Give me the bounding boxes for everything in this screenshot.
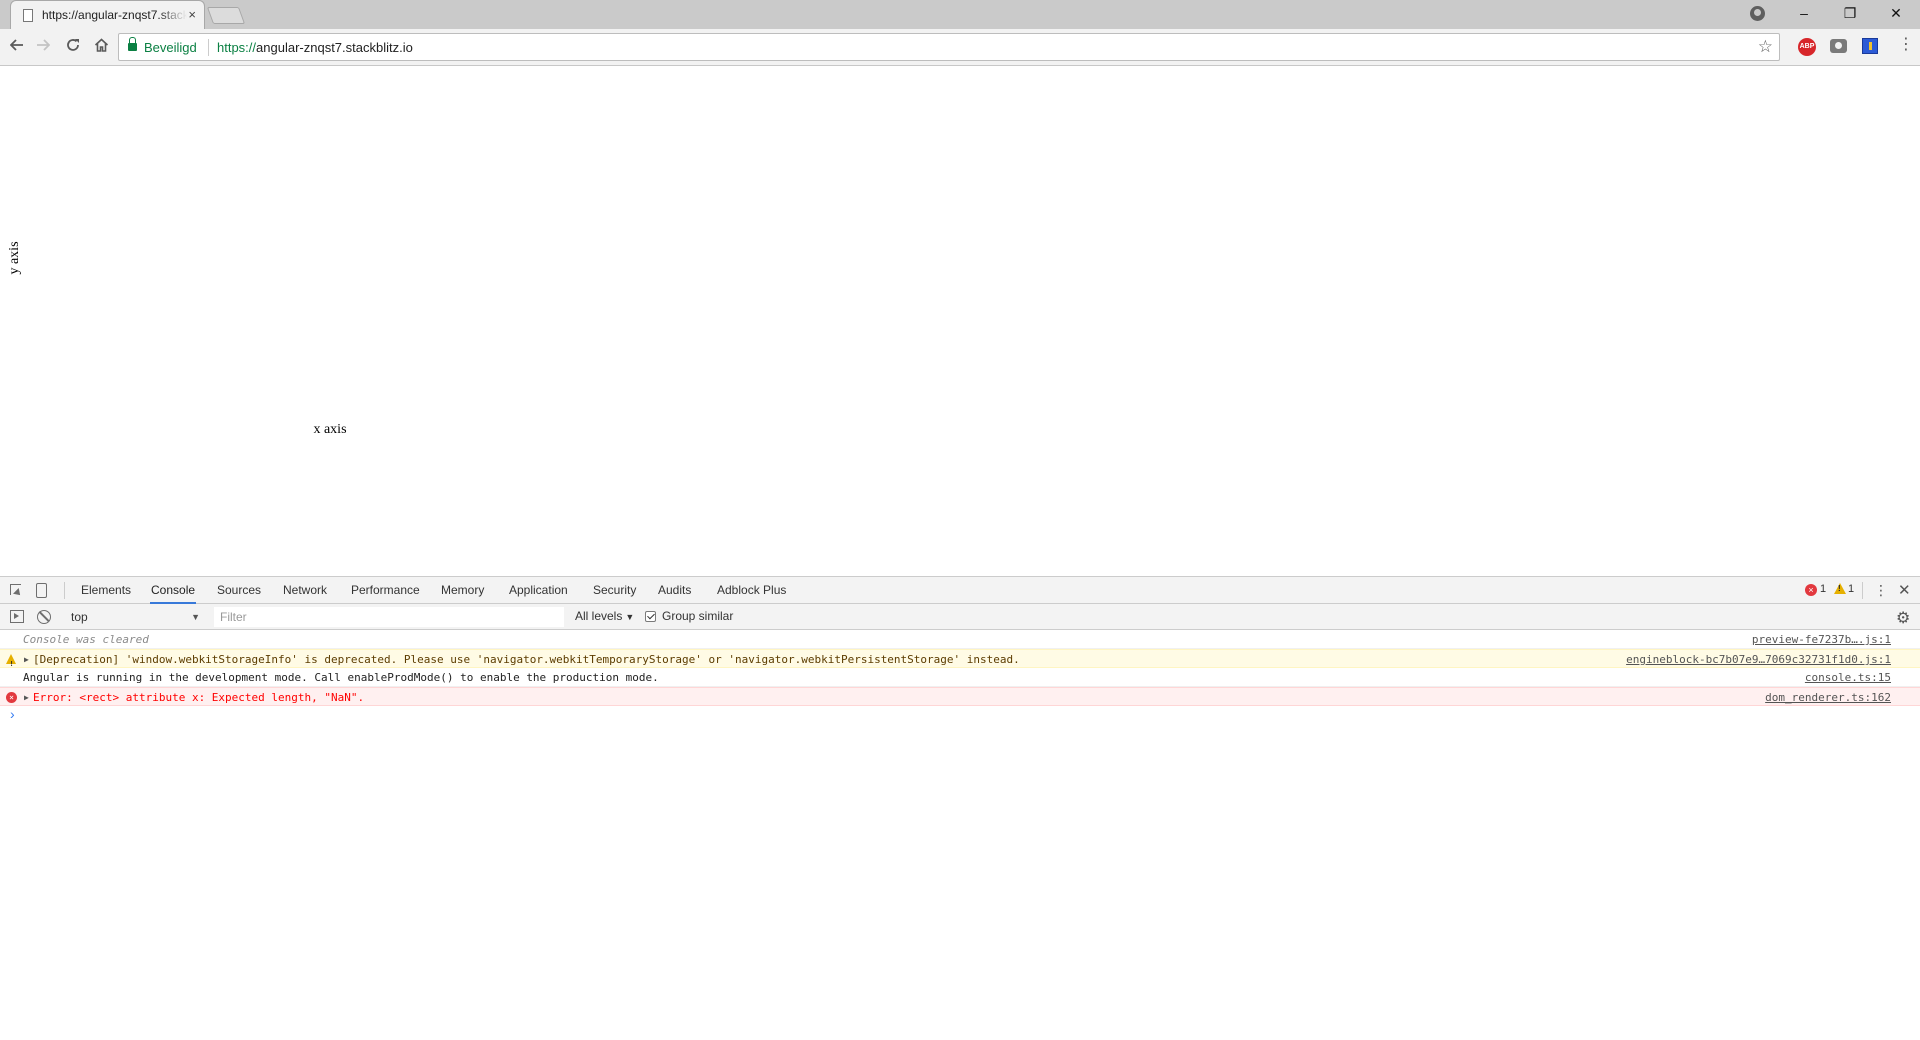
tab-adblock-plus[interactable]: Adblock Plus bbox=[716, 577, 787, 604]
console-message: Console was cleared preview-fe7237b….js:… bbox=[0, 630, 1920, 649]
reload-icon[interactable] bbox=[61, 35, 85, 59]
devtools-close-icon[interactable]: ✕ bbox=[1898, 581, 1911, 599]
console-message: Angular is running in the development mo… bbox=[0, 668, 1920, 687]
back-icon[interactable] bbox=[5, 35, 29, 59]
devtools-menu-icon[interactable]: ⋮ bbox=[1874, 582, 1888, 598]
address-bar[interactable]: Beveiligd https://angular-znqst7.stackbl… bbox=[118, 33, 1780, 61]
tab-title: https://angular-znqst7.stackblitz.io bbox=[42, 8, 187, 22]
group-similar-label[interactable]: Group similar bbox=[662, 609, 733, 623]
inspect-element-icon[interactable] bbox=[10, 584, 21, 595]
console-message: × ▶ Error: <rect> attribute x: Expected … bbox=[0, 687, 1920, 706]
context-select[interactable]: top ▼ bbox=[66, 607, 204, 627]
x-axis-label: x axis bbox=[313, 422, 346, 437]
filter-input[interactable]: Filter bbox=[214, 607, 564, 627]
page-viewport: y axis x axis bbox=[0, 66, 1920, 576]
home-icon[interactable] bbox=[89, 35, 113, 59]
warning-icon bbox=[6, 654, 16, 674]
url-divider bbox=[208, 39, 209, 56]
chart-svg: y axis x axis bbox=[7, 241, 347, 437]
message-text: Error: <rect> attribute x: Expected leng… bbox=[33, 691, 365, 704]
new-tab-button[interactable] bbox=[206, 7, 246, 24]
tab-performance[interactable]: Performance bbox=[350, 577, 421, 604]
menu-icon[interactable]: ⋮ bbox=[1898, 36, 1914, 54]
console-message: ▶ [Deprecation] 'window.webkitStorageInf… bbox=[0, 649, 1920, 674]
devtools-divider bbox=[1862, 582, 1863, 599]
tab-close-icon[interactable]: × bbox=[188, 7, 196, 22]
device-toolbar-icon[interactable] bbox=[36, 583, 47, 598]
devtools-panel: Elements Console Sources Network Perform… bbox=[0, 576, 1920, 1040]
restore-button[interactable]: ❐ bbox=[1828, 0, 1872, 29]
message-source-link[interactable]: engineblock-bc7b07e9…7069c32731f1d0.js:1 bbox=[1626, 650, 1891, 669]
secure-label[interactable]: Beveiligd bbox=[144, 40, 197, 55]
levels-dropdown[interactable]: All levels ▼ bbox=[575, 609, 634, 623]
devtools-tabbar: Elements Console Sources Network Perform… bbox=[0, 577, 1920, 604]
prompt-icon: › bbox=[10, 706, 15, 722]
tab-memory[interactable]: Memory bbox=[440, 577, 485, 604]
message-source-link[interactable]: dom_renderer.ts:162 bbox=[1765, 688, 1891, 707]
group-similar-checkbox[interactable] bbox=[645, 611, 656, 622]
minimize-button[interactable]: – bbox=[1782, 0, 1826, 29]
browser-titlebar: https://angular-znqst7.stackblitz.io × –… bbox=[0, 0, 1920, 29]
y-axis-label: y axis bbox=[7, 241, 22, 274]
tab-audits[interactable]: Audits bbox=[657, 577, 692, 604]
chevron-down-icon: ▼ bbox=[625, 612, 635, 622]
tab-sources[interactable]: Sources bbox=[216, 577, 262, 604]
message-text: Console was cleared bbox=[23, 633, 149, 646]
message-text: [Deprecation] 'window.webkitStorageInfo'… bbox=[33, 653, 1020, 666]
star-icon[interactable]: ☆ bbox=[1758, 37, 1773, 57]
expand-triangle-icon[interactable]: ▶ bbox=[24, 650, 29, 669]
context-value: top bbox=[71, 610, 88, 624]
message-source-link[interactable]: console.ts:15 bbox=[1805, 668, 1891, 687]
console-prompt[interactable]: › bbox=[0, 706, 1920, 724]
levels-value: All levels bbox=[575, 609, 623, 623]
error-count[interactable]: 1 bbox=[1820, 583, 1826, 595]
url-text[interactable]: https://angular-znqst7.stackblitz.io bbox=[217, 40, 413, 55]
tab-security[interactable]: Security bbox=[592, 577, 637, 604]
close-window-button[interactable]: ✕ bbox=[1874, 0, 1918, 29]
message-text: Angular is running in the development mo… bbox=[23, 671, 659, 684]
chevron-down-icon: ▼ bbox=[191, 612, 200, 622]
tab-elements[interactable]: Elements bbox=[80, 577, 132, 604]
console-filterbar: top ▼ Filter All levels ▼ Group similar ⚙ bbox=[0, 604, 1920, 630]
tab-console[interactable]: Console bbox=[150, 577, 197, 604]
expand-triangle-icon[interactable]: ▶ bbox=[24, 688, 29, 707]
adblock-icon[interactable]: ABP bbox=[1798, 38, 1816, 56]
page-favicon-icon bbox=[23, 9, 33, 22]
extension-icon[interactable] bbox=[1862, 38, 1878, 54]
clear-console-icon[interactable] bbox=[37, 610, 51, 624]
console-sidebar-icon[interactable] bbox=[10, 610, 24, 623]
browser-toolbar: Beveiligd https://angular-znqst7.stackbl… bbox=[0, 29, 1920, 66]
warning-count-icon[interactable] bbox=[1834, 583, 1846, 594]
tab-application[interactable]: Application bbox=[508, 577, 569, 604]
profile-icon[interactable] bbox=[1750, 6, 1765, 21]
error-count-icon[interactable]: × bbox=[1805, 584, 1817, 596]
error-icon: × bbox=[6, 692, 17, 703]
url-scheme: https:// bbox=[217, 40, 257, 55]
warning-count[interactable]: 1 bbox=[1848, 583, 1854, 595]
message-source-link[interactable]: preview-fe7237b….js:1 bbox=[1752, 630, 1891, 649]
lock-icon[interactable] bbox=[128, 37, 137, 51]
gear-icon[interactable]: ⚙ bbox=[1896, 608, 1910, 628]
console-messages: Console was cleared preview-fe7237b….js:… bbox=[0, 630, 1920, 724]
url-host: angular-znqst7.stackblitz.io bbox=[256, 40, 413, 55]
browser-tab[interactable]: https://angular-znqst7.stackblitz.io × bbox=[10, 0, 205, 29]
forward-icon[interactable] bbox=[31, 35, 55, 59]
devtools-divider bbox=[64, 582, 65, 599]
tab-network[interactable]: Network bbox=[282, 577, 328, 604]
camera-icon[interactable] bbox=[1830, 39, 1847, 53]
